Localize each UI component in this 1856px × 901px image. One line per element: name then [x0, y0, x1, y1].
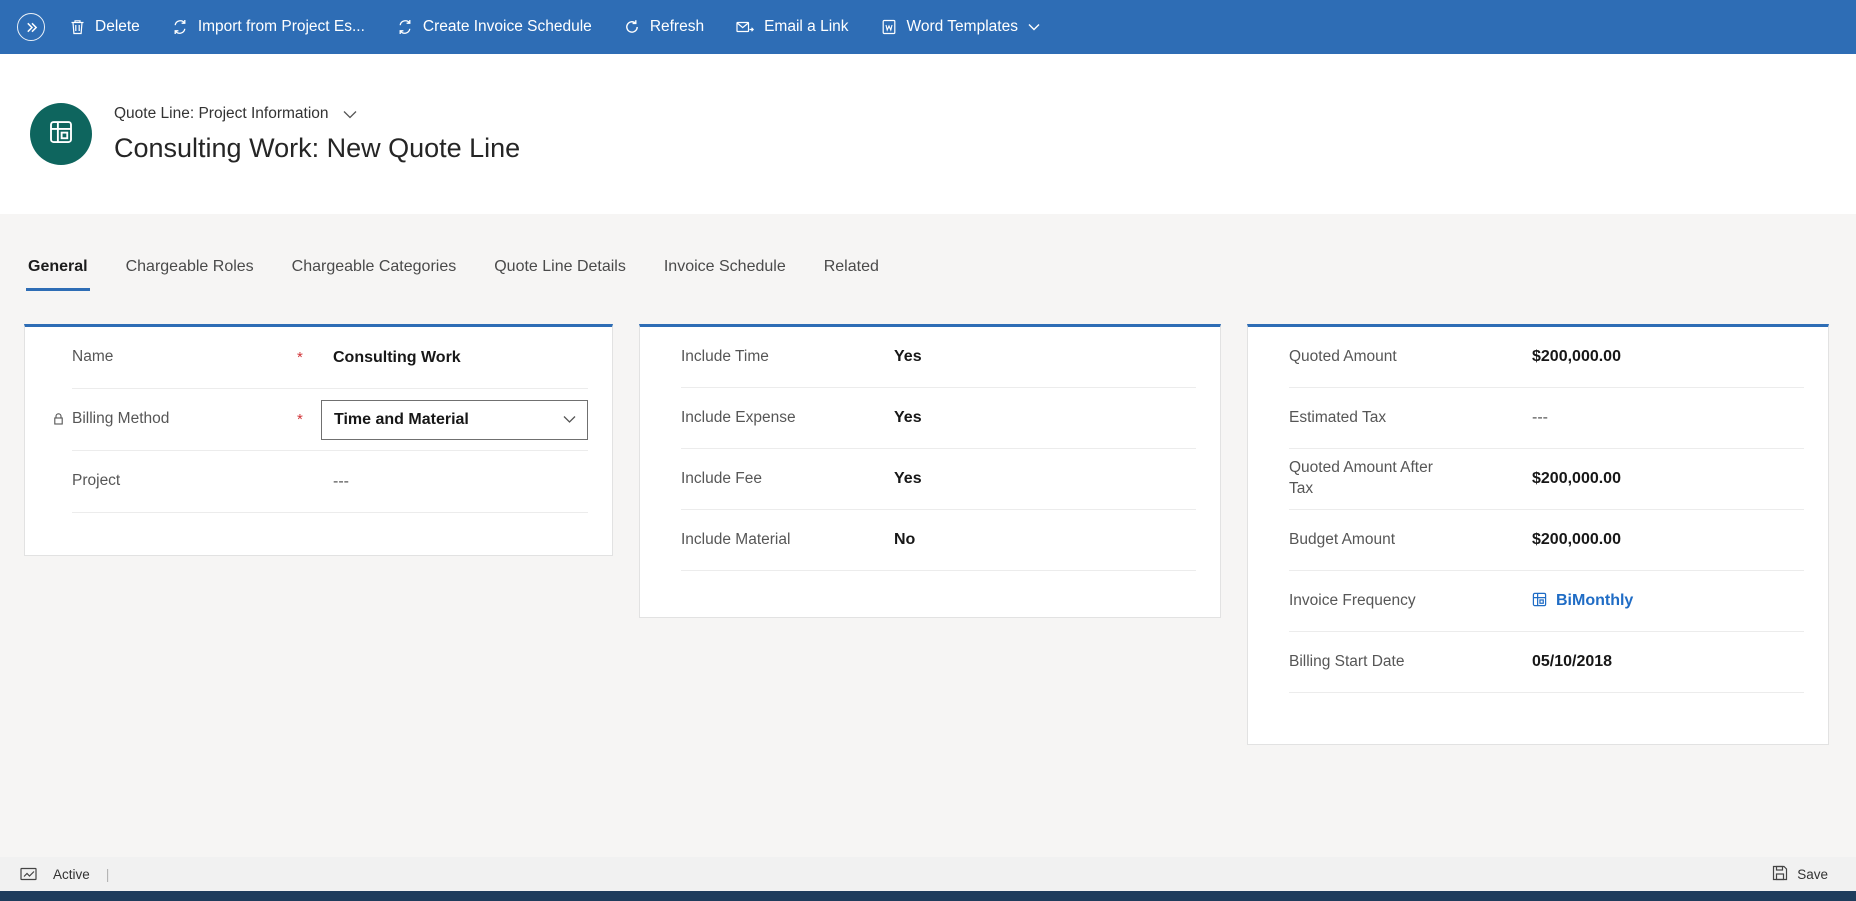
- field-row-include-expense: Include Expense Yes: [681, 388, 1196, 449]
- field-label: Budget Amount: [1289, 530, 1532, 551]
- required-marker: *: [297, 349, 333, 366]
- field-row-quoted-amount-after-tax: Quoted Amount After Tax $200,000.00: [1289, 449, 1804, 510]
- command-label: Import from Project Es...: [198, 18, 365, 36]
- form-selector-label: Quote Line: Project Information: [114, 105, 329, 123]
- field-label: Include Expense: [681, 408, 894, 429]
- tab-invoice-schedule[interactable]: Invoice Schedule: [662, 258, 788, 291]
- command-label: Refresh: [650, 18, 704, 36]
- delete-button[interactable]: Delete: [54, 0, 156, 54]
- tab-chargeable-roles[interactable]: Chargeable Roles: [124, 258, 256, 291]
- expand-commands-button[interactable]: [8, 0, 54, 54]
- chevron-down-icon: [343, 107, 357, 122]
- email-a-link-button[interactable]: Email a Link: [720, 0, 864, 54]
- quoted-amount-after-tax-value[interactable]: $200,000.00: [1532, 470, 1621, 488]
- save-icon: [1772, 865, 1788, 884]
- field-label: Billing Method: [72, 410, 169, 427]
- quote-line-entity-icon: [46, 117, 76, 152]
- include-material-value[interactable]: No: [894, 531, 915, 549]
- import-from-project-button[interactable]: Import from Project Es...: [156, 0, 381, 54]
- form-selector-chevron[interactable]: [341, 105, 359, 124]
- field-row-estimated-tax: Estimated Tax ---: [1289, 388, 1804, 449]
- page-title: Consulting Work: New Quote Line: [114, 133, 520, 164]
- field-row-project: Project ---: [72, 451, 588, 513]
- tab-quote-line-details[interactable]: Quote Line Details: [492, 258, 628, 291]
- section-includes: Include Time Yes Include Expense Yes Inc…: [639, 324, 1221, 618]
- field-row-name: Name * Consulting Work: [72, 327, 588, 389]
- name-field-value[interactable]: Consulting Work: [333, 349, 461, 367]
- field-label: Estimated Tax: [1289, 408, 1532, 429]
- field-row-invoice-frequency: Invoice Frequency BiMonthly: [1289, 571, 1804, 632]
- include-fee-value[interactable]: Yes: [894, 470, 922, 488]
- field-row-billing-method: Billing Method * Time and Material: [72, 389, 588, 451]
- invoice-frequency-value: BiMonthly: [1556, 592, 1633, 610]
- include-time-value[interactable]: Yes: [894, 348, 922, 366]
- field-label: Billing Start Date: [1289, 652, 1532, 673]
- form-sections: Name * Consulting Work Billing Method * …: [24, 324, 1830, 745]
- quoted-amount-value[interactable]: $200,000.00: [1532, 348, 1621, 366]
- refresh-button[interactable]: Refresh: [608, 0, 720, 54]
- field-label: Include Fee: [681, 469, 894, 490]
- avatar: [30, 103, 92, 165]
- form-body: General Chargeable Roles Chargeable Cate…: [0, 214, 1856, 857]
- command-label: Word Templates: [907, 18, 1018, 36]
- tab-chargeable-categories[interactable]: Chargeable Categories: [290, 258, 459, 291]
- include-expense-value[interactable]: Yes: [894, 409, 922, 427]
- bottom-strip: [0, 891, 1856, 901]
- status-divider: |: [106, 866, 110, 882]
- word-icon: [881, 19, 897, 35]
- tab-related[interactable]: Related: [822, 258, 881, 291]
- field-row-include-time: Include Time Yes: [681, 327, 1196, 388]
- sync-icon: [397, 19, 413, 35]
- invoice-frequency-icon: [1532, 592, 1547, 610]
- field-label: Name: [72, 347, 297, 368]
- command-label: Create Invoice Schedule: [423, 18, 592, 36]
- command-bar: Delete Import from Project Es... Create …: [0, 0, 1856, 54]
- field-row-quoted-amount: Quoted Amount $200,000.00: [1289, 327, 1804, 388]
- breadcrumb: Quote Line: Project Information: [114, 105, 520, 124]
- select-value: Time and Material: [334, 411, 469, 429]
- chevron-down-icon: [563, 415, 576, 424]
- sync-icon: [172, 19, 188, 35]
- double-chevron-icon: [17, 13, 45, 41]
- field-row-include-material: Include Material No: [681, 510, 1196, 571]
- quote-line-form-window: Delete Import from Project Es... Create …: [0, 0, 1856, 901]
- section-project-information: Name * Consulting Work Billing Method * …: [24, 324, 613, 556]
- save-button[interactable]: Save: [1772, 865, 1828, 884]
- lock-icon: [53, 413, 64, 426]
- email-icon: [736, 20, 754, 35]
- field-row-include-fee: Include Fee Yes: [681, 449, 1196, 510]
- project-field-value[interactable]: ---: [333, 473, 349, 491]
- field-label: Project: [72, 471, 297, 492]
- field-row-budget-amount: Budget Amount $200,000.00: [1289, 510, 1804, 571]
- command-label: Delete: [95, 18, 140, 36]
- record-header: Quote Line: Project Information Consulti…: [0, 54, 1856, 214]
- field-label: Invoice Frequency: [1289, 591, 1532, 612]
- create-invoice-schedule-button[interactable]: Create Invoice Schedule: [381, 0, 608, 54]
- record-status-badge: Active: [53, 867, 90, 882]
- field-label: Quoted Amount After Tax: [1289, 458, 1532, 500]
- billing-start-date-value[interactable]: 05/10/2018: [1532, 653, 1612, 671]
- field-label: Include Material: [681, 530, 894, 551]
- field-label: Quoted Amount: [1289, 347, 1532, 368]
- estimated-tax-value[interactable]: ---: [1532, 409, 1548, 427]
- form-tabs: General Chargeable Roles Chargeable Cate…: [0, 214, 1856, 291]
- save-label: Save: [1797, 867, 1828, 882]
- form-notification-icon[interactable]: [20, 867, 37, 881]
- billing-method-select[interactable]: Time and Material: [321, 400, 588, 440]
- field-row-billing-start-date: Billing Start Date 05/10/2018: [1289, 632, 1804, 693]
- field-label-wrap: Billing Method: [72, 409, 297, 430]
- refresh-icon: [624, 19, 640, 35]
- invoice-frequency-link[interactable]: BiMonthly: [1532, 592, 1633, 610]
- field-label: Include Time: [681, 347, 894, 368]
- command-label: Email a Link: [764, 18, 848, 36]
- status-bar: Active | Save: [0, 857, 1856, 891]
- budget-amount-value[interactable]: $200,000.00: [1532, 531, 1621, 549]
- word-templates-button[interactable]: Word Templates: [865, 0, 1056, 54]
- tab-general[interactable]: General: [26, 258, 90, 291]
- trash-icon: [70, 19, 85, 35]
- chevron-down-icon: [1028, 23, 1040, 31]
- section-amounts: Quoted Amount $200,000.00 Estimated Tax …: [1247, 324, 1829, 745]
